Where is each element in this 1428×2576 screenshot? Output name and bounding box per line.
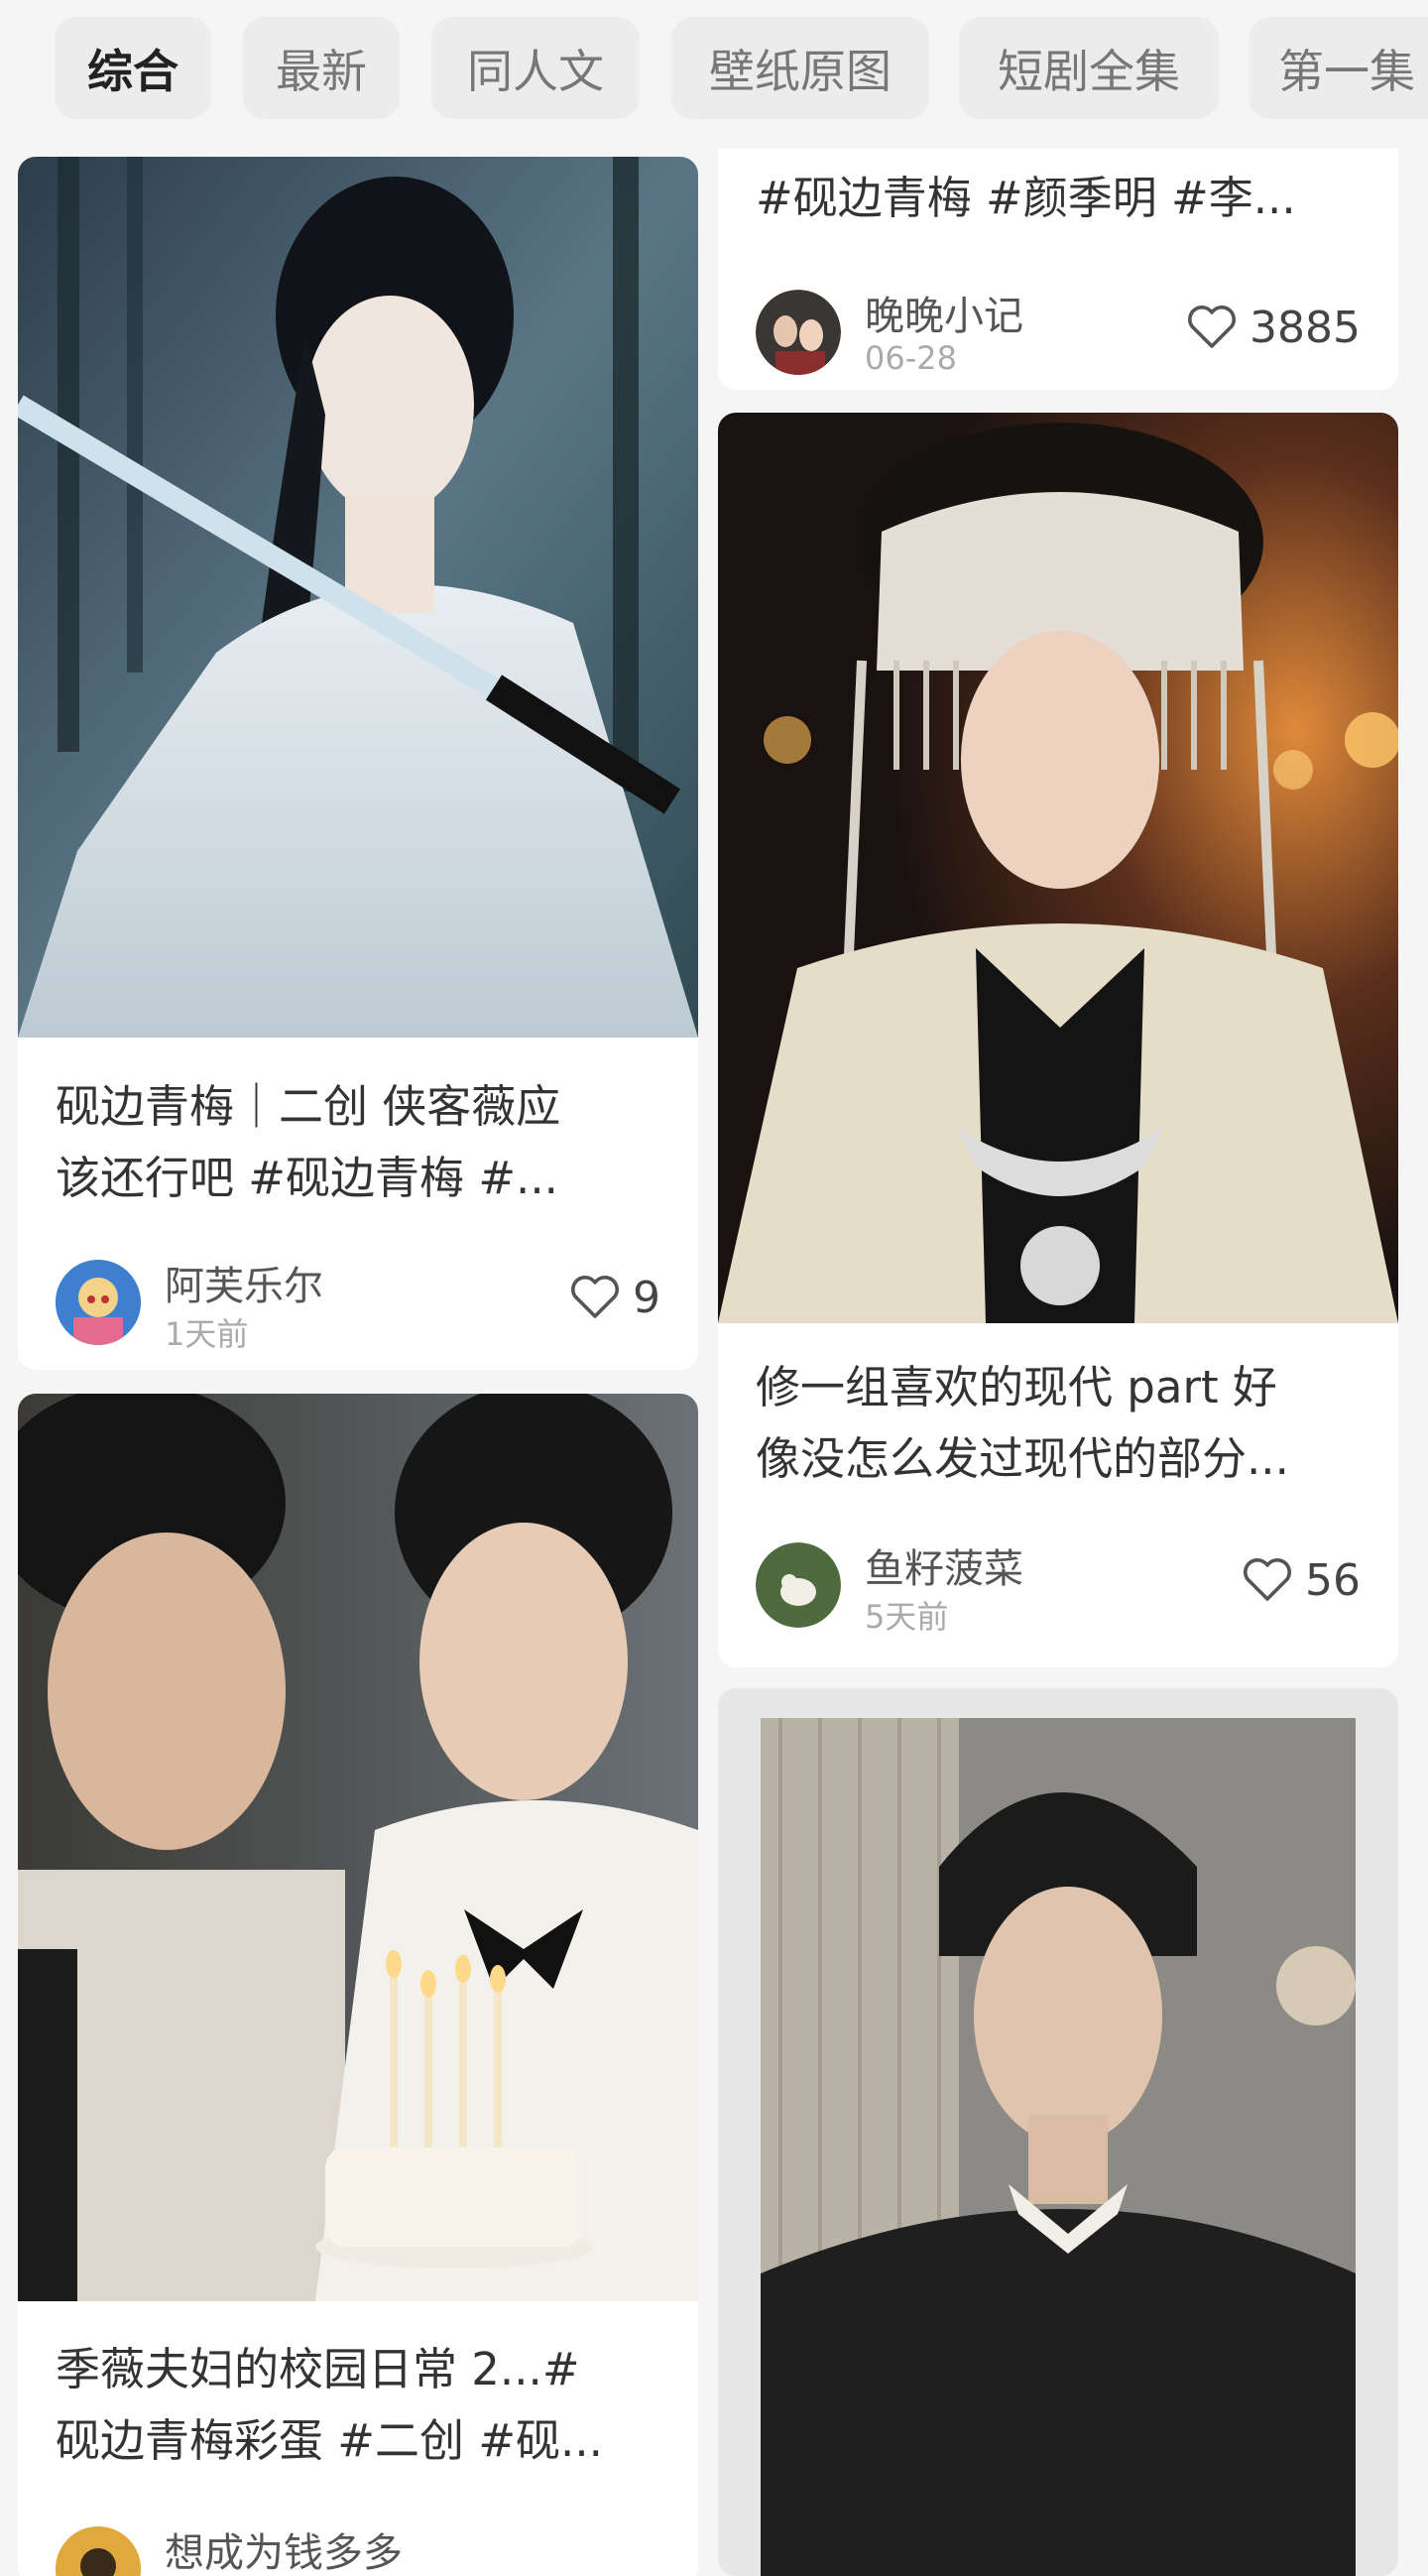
post-time: 1天前 (165, 1315, 249, 1353)
swordswoman-image (18, 157, 698, 1038)
feed-page: 综合 最新 同人文 壁纸原图 短剧全集 第一集 砚边青梅｜二创 侠客薇应 该还行… (0, 0, 1428, 2576)
post-card[interactable] (718, 1688, 1398, 2576)
miao-headdress-photo[interactable] (718, 413, 1398, 1323)
author-name[interactable]: 想成为钱多多 (165, 2520, 403, 2576)
post-time: 06-28 (865, 339, 957, 377)
post-card[interactable]: 季薇夫妇的校园日常 2...# 砚边青梅彩蛋 #二创 #砚... 想成为钱多多 (18, 1394, 698, 2576)
like-count: 56 (1305, 1554, 1361, 1606)
author-name[interactable]: 阿芙乐尔 (165, 1254, 323, 1311)
tab-latest[interactable]: 最新 (243, 17, 400, 119)
birthday-couple-photo[interactable] (18, 1394, 698, 2301)
post-time: 5天前 (865, 1598, 949, 1636)
avatar[interactable] (756, 290, 841, 375)
post-title[interactable]: #砚边青梅 #颜季明 #李... (756, 163, 1368, 234)
avatar[interactable] (56, 2526, 141, 2576)
like-count: 9 (633, 1272, 660, 1323)
like-button[interactable]: 3885 (1186, 298, 1361, 357)
post-title[interactable]: 修一组喜欢的现代 part 好 像没怎么发过现代的部分... (756, 1352, 1368, 1495)
author-row: 想成为钱多多 (56, 2516, 660, 2576)
category-tabs: 综合 最新 同人文 壁纸原图 短剧全集 第一集 (0, 0, 1428, 149)
heart-icon (571, 1276, 619, 1318)
heart-icon (1244, 1558, 1291, 1601)
heart-icon (1188, 306, 1236, 348)
author-name[interactable]: 鱼籽菠菜 (865, 1536, 1023, 1594)
like-button[interactable]: 9 (569, 1268, 660, 1327)
tab-episode-one[interactable]: 第一集 (1249, 17, 1428, 119)
author-row: 晚晚小记 06-28 3885 (756, 280, 1361, 379)
post-title[interactable]: 砚边青梅｜二创 侠客薇应 该还行吧 #砚边青梅 #... (56, 1071, 668, 1214)
post-card[interactable]: 修一组喜欢的现代 part 好 像没怎么发过现代的部分... 鱼籽菠菜 5天前 … (718, 413, 1398, 1667)
tab-fanfic[interactable]: 同人文 (431, 17, 640, 119)
miao-headdress-image (718, 413, 1398, 1323)
birthday-couple-image (18, 1394, 698, 2301)
swordswoman-photo[interactable] (18, 157, 698, 1038)
scholar-man-image (761, 1718, 1356, 2576)
post-title[interactable]: 季薇夫妇的校园日常 2...# 砚边青梅彩蛋 #二创 #砚... (56, 2334, 668, 2477)
author-name[interactable]: 晚晚小记 (865, 284, 1023, 341)
tab-wallpaper[interactable]: 壁纸原图 (671, 17, 929, 119)
avatar[interactable] (756, 1542, 841, 1628)
avatar[interactable] (56, 1260, 141, 1345)
author-row: 阿芙乐尔 1天前 9 (56, 1250, 660, 1353)
like-count: 3885 (1250, 302, 1361, 353)
tab-comprehensive[interactable]: 综合 (55, 17, 211, 119)
like-button[interactable]: 56 (1242, 1550, 1361, 1610)
post-card[interactable]: 砚边青梅｜二创 侠客薇应 该还行吧 #砚边青梅 #... 阿芙乐尔 1天前 9 (18, 157, 698, 1370)
scholar-man-photo[interactable] (761, 1718, 1356, 2576)
tab-short-drama[interactable]: 短剧全集 (959, 17, 1219, 119)
author-row: 鱼籽菠菜 5天前 56 (756, 1533, 1361, 1636)
post-card[interactable]: #砚边青梅 #颜季明 #李... 晚晚小记 06-28 3885 (718, 149, 1398, 390)
